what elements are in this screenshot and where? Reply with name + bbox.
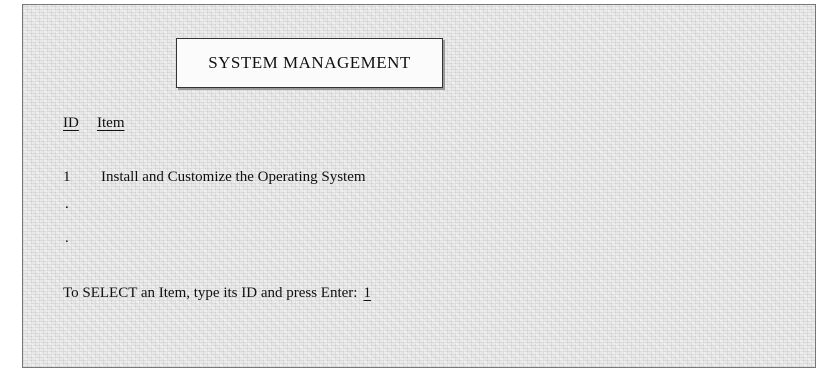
screen-title-text: SYSTEM MANAGEMENT	[208, 53, 411, 72]
selection-input-field[interactable]: 1	[363, 285, 373, 302]
screen-title: SYSTEM MANAGEMENT	[176, 38, 443, 88]
column-header-id: ID	[63, 115, 79, 131]
continuation-mark: .	[65, 230, 69, 246]
menu-item-label: Install and Customize the Operating Syst…	[101, 169, 366, 185]
selection-prompt-label: To SELECT an Item, type its ID and press…	[63, 285, 358, 301]
system-management-screen: SYSTEM MANAGEMENT ID Item 1 Install and …	[22, 4, 816, 368]
selection-prompt: To SELECT an Item, type its ID and press…	[63, 285, 373, 302]
menu-item-install-customize[interactable]: 1 Install and Customize the Operating Sy…	[63, 169, 366, 186]
continuation-mark: .	[65, 196, 69, 212]
menu-item-id: 1	[63, 169, 71, 185]
column-header-item: Item	[97, 115, 125, 131]
